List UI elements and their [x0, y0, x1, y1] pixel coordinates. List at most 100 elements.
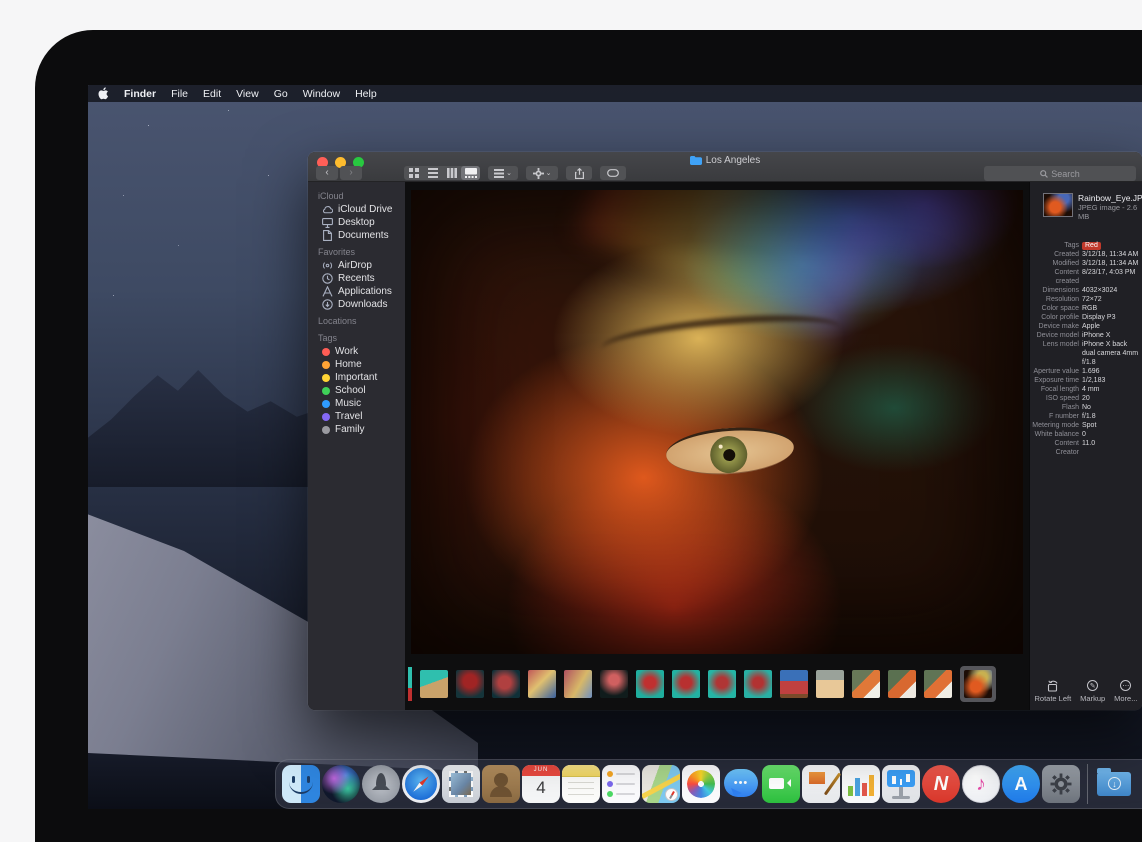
menu-item-help[interactable]: Help — [355, 88, 377, 100]
sidebar-tag-important[interactable]: Important — [308, 371, 405, 384]
tag-button[interactable] — [600, 166, 626, 180]
launchpad-dock-icon[interactable] — [362, 765, 400, 803]
menu-app-name[interactable]: Finder — [124, 88, 156, 100]
thumbnail[interactable] — [600, 670, 628, 698]
sidebar-tag-music[interactable]: Music — [308, 397, 405, 410]
tag-dot-purple — [322, 413, 330, 421]
preview-actions: Rotate Left ✎ Markup ⋯ More... — [1030, 679, 1142, 703]
thumbnail[interactable] — [816, 670, 844, 698]
icon-view-gallery[interactable] — [461, 166, 480, 180]
thumbnail[interactable] — [564, 670, 592, 698]
sidebar-tag-travel[interactable]: Travel — [308, 410, 405, 423]
thumbnail[interactable] — [528, 670, 556, 698]
mail-dock-icon[interactable] — [442, 765, 480, 803]
metadata-row: White balance0 — [1030, 430, 1142, 439]
system-preferences-dock-icon[interactable] — [1042, 765, 1080, 803]
thumbnail-rainbow-eye[interactable] — [964, 670, 992, 698]
metadata-row: Dimensions4032×3024 — [1030, 286, 1142, 295]
thumbnail[interactable] — [744, 670, 772, 698]
sidebar-item-documents[interactable]: Documents — [308, 229, 405, 242]
window-titlebar[interactable]: Los Angeles ‹ › — [308, 152, 1142, 182]
news-dock-icon[interactable]: N — [922, 765, 960, 803]
rotate-left-icon — [1034, 679, 1071, 692]
more-button[interactable]: ⋯ More... — [1114, 679, 1137, 703]
sidebar-tag-home[interactable]: Home — [308, 358, 405, 371]
sidebar-item-desktop[interactable]: Desktop — [308, 216, 405, 229]
notes-dock-icon[interactable] — [562, 765, 600, 803]
metadata-row: FlashNo — [1030, 403, 1142, 412]
group-button[interactable]: ⌄ — [488, 166, 518, 180]
siri-dock-icon[interactable] — [322, 765, 360, 803]
finder-dock-icon[interactable] — [282, 765, 320, 803]
thumbnail[interactable] — [780, 670, 808, 698]
thumbnail[interactable] — [708, 670, 736, 698]
thumbnail[interactable] — [456, 670, 484, 698]
thumbnail[interactable] — [492, 670, 520, 698]
apple-menu-icon[interactable] — [98, 87, 109, 100]
folder-icon: ↓ — [1097, 772, 1131, 796]
thumbnail-strip[interactable] — [405, 658, 1029, 710]
menu-item-view[interactable]: View — [236, 88, 259, 100]
photos-dock-icon[interactable] — [682, 765, 720, 803]
icon-view-grid[interactable] — [404, 166, 423, 180]
back-button[interactable]: ‹ — [316, 166, 338, 180]
itunes-dock-icon[interactable]: ♪ — [962, 765, 1000, 803]
search-icon — [1040, 170, 1048, 178]
metadata-row: Lens modeliPhone X back dual camera 4mm … — [1030, 340, 1142, 367]
menu-item-window[interactable]: Window — [303, 88, 340, 100]
search-field[interactable]: Search — [984, 166, 1136, 181]
metadata-row: Aperture value1.696 — [1030, 367, 1142, 376]
downloads-folder-dock-icon[interactable]: ↓ — [1095, 765, 1133, 803]
rotate-left-button[interactable]: Rotate Left — [1034, 679, 1071, 703]
sidebar-item-recents[interactable]: Recents — [308, 272, 405, 285]
menu-item-go[interactable]: Go — [274, 88, 288, 100]
menu-item-edit[interactable]: Edit — [203, 88, 221, 100]
safari-dock-icon[interactable] — [402, 765, 440, 803]
sidebar-tag-work[interactable]: Work — [308, 345, 405, 358]
keynote-dock-icon[interactable] — [882, 765, 920, 803]
app-store-dock-icon[interactable]: A — [1002, 765, 1040, 803]
more-icon: ⋯ — [1114, 679, 1137, 692]
thumbnail[interactable] — [924, 670, 952, 698]
thumbnail[interactable] — [420, 670, 448, 698]
contacts-dock-icon[interactable] — [482, 765, 520, 803]
pages-dock-icon[interactable] — [802, 765, 840, 803]
forward-button[interactable]: › — [340, 166, 362, 180]
window-toolbar: ‹ › — [308, 165, 1142, 182]
thumbnail-selected[interactable] — [960, 666, 996, 702]
tag-icon — [607, 169, 619, 177]
downloads-icon — [322, 299, 333, 310]
numbers-dock-icon[interactable] — [842, 765, 880, 803]
thumbnail[interactable] — [672, 670, 700, 698]
icon-view-list[interactable] — [423, 166, 442, 180]
thumbnail[interactable] — [852, 670, 880, 698]
thumbnail[interactable] — [636, 670, 664, 698]
action-gear-button[interactable]: ⌄ — [526, 166, 558, 180]
bar-chart-icon — [848, 774, 874, 796]
markup-button[interactable]: ✎ Markup — [1080, 679, 1105, 703]
messages-dock-icon[interactable]: ••• — [722, 765, 760, 803]
thumbnail-partial[interactable] — [408, 667, 412, 701]
sidebar-item-icloud-drive[interactable]: iCloud Drive — [308, 203, 405, 216]
metadata-row: Metering modeSpot — [1030, 421, 1142, 430]
thumbnail[interactable] — [888, 670, 916, 698]
sidebar-item-applications[interactable]: Applications — [308, 285, 405, 298]
sidebar-item-airdrop[interactable]: AirDrop — [308, 259, 405, 272]
menu-item-file[interactable]: File — [171, 88, 188, 100]
icon-view-columns[interactable] — [442, 166, 461, 180]
tag-badge[interactable]: Red — [1082, 242, 1101, 250]
desktop-screen: Finder File Edit View Go Window Help Los… — [88, 85, 1142, 809]
facetime-dock-icon[interactable] — [762, 765, 800, 803]
sidebar-item-downloads[interactable]: Downloads — [308, 298, 405, 311]
metadata-row: Content Creator11.0 — [1030, 439, 1142, 457]
share-button[interactable] — [566, 166, 592, 180]
sidebar-tag-school[interactable]: School — [308, 384, 405, 397]
maps-dock-icon[interactable] — [642, 765, 680, 803]
reminders-dock-icon[interactable] — [602, 765, 640, 803]
sidebar-section-icloud: iCloud — [308, 186, 405, 203]
pen-icon — [824, 772, 841, 795]
sidebar-tag-family[interactable]: Family — [308, 423, 405, 436]
metadata-row-tags: Tags Red — [1030, 241, 1142, 250]
gallery-content — [405, 182, 1029, 710]
calendar-dock-icon[interactable]: JUN 4 — [522, 765, 560, 803]
